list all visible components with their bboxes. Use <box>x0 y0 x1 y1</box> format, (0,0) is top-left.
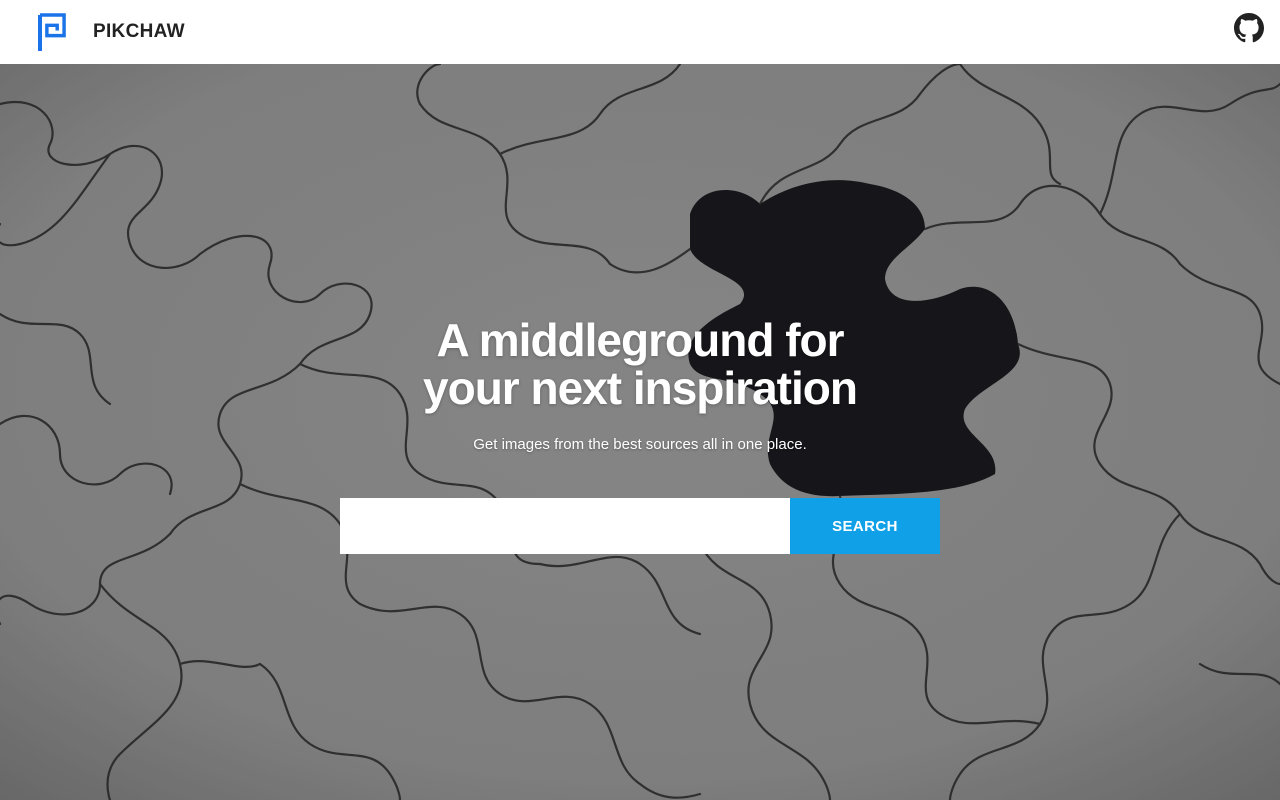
github-link[interactable] <box>1234 13 1264 43</box>
hero-headline: A middleground for your next inspiration <box>0 316 1280 412</box>
search-button[interactable]: SEARCH <box>790 498 940 554</box>
pikchaw-logo-icon <box>38 13 66 51</box>
search-input[interactable] <box>340 498 790 554</box>
brand-name: PIKCHAW <box>93 21 185 42</box>
top-navbar: PIKCHAW <box>0 0 1280 64</box>
hero-subtitle: Get images from the best sources all in … <box>473 436 807 453</box>
hero-headline-line2: your next inspiration <box>423 362 858 414</box>
hero-section: A middleground for your next inspiration… <box>0 64 1280 800</box>
hero-headline-line1: A middleground for <box>436 314 844 366</box>
brand-home-link[interactable]: PIKCHAW <box>38 13 185 51</box>
hero-content: A middleground for your next inspiration… <box>0 64 1280 800</box>
search-form: SEARCH <box>340 498 940 554</box>
github-icon <box>1234 13 1264 43</box>
